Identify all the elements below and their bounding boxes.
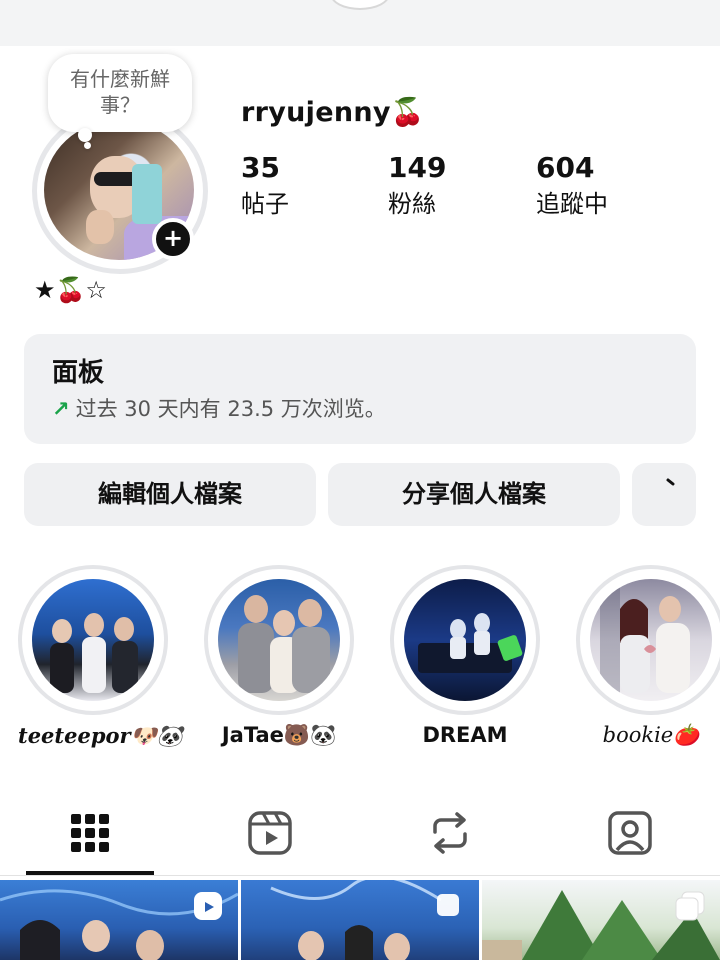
stat-posts[interactable]: 35 帖子 — [241, 150, 289, 222]
highlight-item[interactable]: bookie🍅 — [576, 565, 720, 748]
highlight-item[interactable]: teeteepor🐶🐼 — [18, 565, 183, 749]
dashboard-summary: ↗ 过去 30 天内有 23.5 万次浏览。 — [52, 392, 668, 426]
share-profile-button[interactable]: 分享個人檔案 — [328, 463, 620, 526]
discover-people-button[interactable] — [632, 463, 696, 526]
highlight-name: DREAM — [422, 723, 508, 747]
dashboard-title: 面板 — [52, 358, 105, 388]
tab-tagged[interactable] — [566, 790, 694, 876]
stat-value: 35 — [241, 151, 280, 184]
note-tail-dot-small — [84, 142, 91, 149]
edit-profile-button[interactable]: 編輯個人檔案 — [24, 463, 316, 526]
highlight-ring — [204, 565, 354, 715]
note-bubble[interactable]: 有什麼新鮮事？ — [48, 54, 192, 132]
reel-badge-icon — [194, 892, 222, 920]
stat-following[interactable]: 604 追蹤中 — [536, 150, 608, 222]
note-tail-dot — [78, 128, 92, 142]
grid-icon — [71, 814, 109, 852]
carousel-badge-icon — [437, 894, 459, 916]
highlight-ring — [18, 565, 168, 715]
highlight-item[interactable]: DREAM — [390, 565, 540, 747]
tabs-divider — [0, 875, 720, 876]
highlight-item[interactable]: JaTae🐻🐼 — [204, 565, 354, 748]
tab-reels[interactable] — [206, 790, 334, 876]
profile-avatar[interactable]: + — [32, 108, 208, 274]
stat-followers[interactable]: 149 粉絲 — [388, 150, 446, 222]
stat-label: 粉絲 — [388, 190, 436, 218]
stat-value: 149 — [388, 151, 447, 184]
highlight-name: teeteepor🐶🐼 — [18, 723, 183, 748]
tagged-icon — [608, 811, 652, 855]
note-text: 有什麼新鮮事？ — [70, 67, 170, 117]
carousel-badge-icon — [675, 891, 705, 921]
repost-icon — [433, 812, 467, 854]
top-sheet-bar — [0, 0, 720, 46]
reels-icon — [248, 811, 292, 855]
stat-label: 追蹤中 — [536, 190, 608, 218]
username: rryujenny🍒 — [241, 97, 425, 128]
stat-value: 604 — [536, 151, 595, 184]
professional-dashboard[interactable]: 面板 ↗ 过去 30 天内有 23.5 万次浏览。 — [24, 334, 696, 444]
drag-handle[interactable] — [330, 0, 390, 10]
tab-reposts[interactable] — [386, 790, 514, 876]
bio-text: ★🍒☆ — [34, 276, 107, 304]
profile-tabs — [0, 790, 720, 876]
highlight-name: JaTae🐻🐼 — [221, 723, 337, 747]
highlight-ring — [390, 565, 540, 715]
add-person-icon — [666, 478, 675, 486]
highlight-cover — [590, 579, 712, 701]
post-thumbnail[interactable] — [241, 880, 479, 960]
post-thumbnail[interactable] — [0, 880, 238, 960]
highlight-name: bookie🍅 — [602, 723, 700, 747]
trend-up-icon: ↗ — [52, 397, 70, 421]
tab-posts-grid[interactable] — [26, 790, 154, 876]
dashboard-summary-text: 过去 30 天内有 23.5 万次浏览。 — [75, 397, 386, 421]
highlight-cover — [32, 579, 154, 701]
highlight-cover — [218, 579, 340, 701]
highlight-cover — [404, 579, 526, 701]
post-thumbnail[interactable] — [482, 880, 720, 960]
add-story-icon[interactable]: + — [152, 218, 194, 260]
highlight-ring — [576, 565, 720, 715]
stat-label: 帖子 — [241, 190, 289, 218]
